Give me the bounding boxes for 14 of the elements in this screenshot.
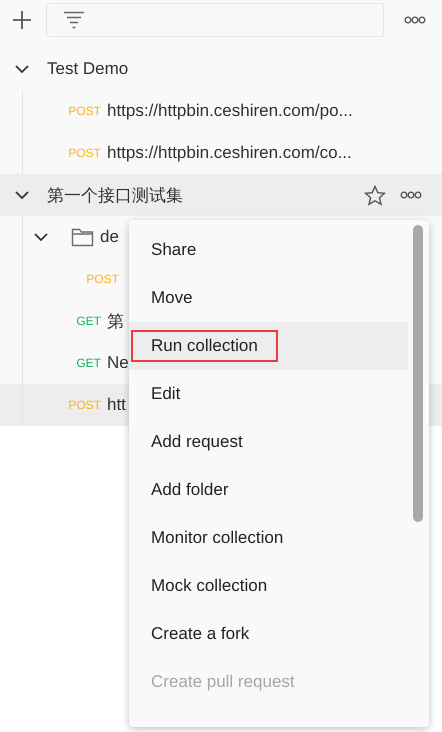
request-name: 第 <box>107 310 124 332</box>
collection-name: 第一个接口测试集 <box>47 184 183 206</box>
request-name: https://httpbin.ceshiren.com/po... <box>107 101 353 121</box>
request-name: https://httpbin.ceshiren.com/co... <box>107 143 352 163</box>
folder-name: de <box>100 227 119 247</box>
request-name: Ne <box>107 353 129 373</box>
method-label: POST <box>67 146 101 160</box>
method-label: GET <box>75 314 101 328</box>
method-label: POST <box>67 398 101 412</box>
method-label: POST <box>85 272 119 286</box>
request-name: htt <box>107 395 126 415</box>
method-label: POST <box>67 104 101 118</box>
collection-name: Test Demo <box>47 59 128 79</box>
method-label: GET <box>75 356 101 370</box>
